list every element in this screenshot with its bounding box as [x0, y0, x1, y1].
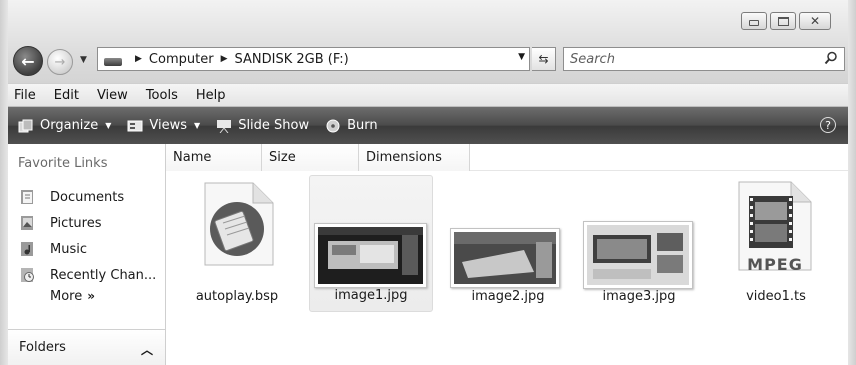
- back-arrow-icon: ←: [21, 51, 35, 71]
- favorite-links-heading: Favorite Links: [18, 156, 108, 171]
- window-frame-left: [0, 0, 8, 365]
- views-label: Views: [149, 118, 188, 133]
- file-name: autoplay.bsp: [195, 289, 279, 304]
- file-list: Name Size Dimensions autoplay.bsp image1…: [166, 144, 848, 365]
- breadcrumb-drive[interactable]: SANDISK 2GB (F:): [234, 52, 348, 67]
- burn-button[interactable]: Burn: [325, 118, 378, 133]
- file-item[interactable]: autoplay.bsp: [175, 175, 299, 312]
- search-icon[interactable]: [824, 51, 838, 65]
- recent-pages-dropdown[interactable]: ▼: [80, 55, 87, 65]
- explorer-window: ✕ ← → ▼ ▶ Computer ▶ SANDISK 2GB (F:) ▼ …: [0, 0, 856, 365]
- organize-icon: [18, 119, 33, 132]
- file-item[interactable]: image3.jpg: [577, 175, 701, 312]
- column-header-name[interactable]: Name: [166, 144, 262, 171]
- double-chevron-right-icon: »: [87, 289, 95, 303]
- slideshow-label: Slide Show: [238, 118, 310, 133]
- maximize-button[interactable]: [770, 12, 796, 30]
- image-thumbnail: [583, 221, 693, 289]
- maximize-icon: [777, 16, 789, 26]
- views-button[interactable]: Views ▼: [127, 118, 200, 133]
- menu-file[interactable]: File: [8, 88, 45, 103]
- menu-help[interactable]: Help: [187, 88, 235, 103]
- chevron-up-icon: ︿: [140, 343, 153, 357]
- forward-button[interactable]: →: [47, 49, 73, 75]
- dropdown-arrow-icon: ▼: [194, 121, 201, 130]
- more-links-button[interactable]: More »: [50, 289, 95, 304]
- image-thumbnail: [314, 223, 427, 288]
- file-item[interactable]: image2.jpg: [446, 175, 570, 312]
- favorite-link-label: Documents: [50, 189, 125, 205]
- more-label: More: [50, 289, 83, 304]
- column-headers: Name Size Dimensions: [166, 144, 848, 171]
- favorite-link-recently-changed[interactable]: Recently Chan...: [20, 262, 156, 288]
- window-frame-right: [848, 0, 856, 365]
- favorite-link-label: Pictures: [50, 215, 102, 231]
- dropdown-arrow-icon: ▼: [105, 121, 112, 130]
- breadcrumb-arrow-icon[interactable]: ▶: [221, 54, 228, 64]
- favorite-link-label: Music: [50, 241, 87, 257]
- pictures-icon: [21, 216, 33, 230]
- slideshow-button[interactable]: Slide Show: [216, 118, 309, 133]
- breadcrumb-computer[interactable]: Computer: [149, 52, 214, 67]
- file-item-selected[interactable]: image1.jpg: [309, 175, 433, 312]
- mpeg-badge: MPEG: [747, 255, 803, 274]
- favorite-link-music[interactable]: Music: [20, 236, 156, 262]
- caption-buttons: ✕: [741, 12, 831, 30]
- minimize-button[interactable]: [741, 12, 767, 30]
- music-icon: [21, 242, 33, 256]
- navigation-pane: Favorite Links Documents Pictures Music …: [8, 144, 166, 365]
- file-name: image3.jpg: [602, 289, 676, 304]
- organize-button[interactable]: Organize ▼: [18, 118, 111, 133]
- help-icon: ?: [825, 118, 831, 132]
- menu-edit[interactable]: Edit: [45, 88, 88, 103]
- title-bar: [0, 0, 856, 92]
- breadcrumb-arrow-icon[interactable]: ▶: [135, 54, 142, 64]
- back-button[interactable]: ←: [13, 46, 43, 76]
- burn-label: Burn: [347, 118, 378, 133]
- forward-arrow-icon: →: [54, 54, 66, 70]
- image-thumbnail-graphic: [587, 225, 689, 285]
- notepad-file-icon: [204, 182, 274, 266]
- favorite-link-pictures[interactable]: Pictures: [20, 210, 156, 236]
- folders-label: Folders: [19, 340, 66, 355]
- refresh-icon: ⇆: [538, 52, 549, 66]
- views-icon: [127, 120, 143, 131]
- file-name: image1.jpg: [334, 288, 408, 303]
- recently-changed-icon: [21, 268, 34, 282]
- address-dropdown-icon[interactable]: ▼: [518, 52, 525, 62]
- close-button[interactable]: ✕: [799, 12, 831, 30]
- favorite-link-label: Recently Chan...: [50, 267, 157, 283]
- image-thumbnail: [450, 228, 560, 288]
- file-name: video1.ts: [746, 289, 806, 304]
- command-bar: Organize ▼ Views ▼ Slide Show Burn ?: [8, 107, 848, 144]
- search-box[interactable]: Search: [563, 47, 845, 71]
- slideshow-icon: [217, 119, 232, 133]
- drive-icon: [104, 58, 122, 66]
- address-bar[interactable]: ▶ Computer ▶ SANDISK 2GB (F:) ▼: [97, 47, 530, 71]
- close-icon: ✕: [809, 14, 821, 28]
- image-thumbnail-graphic: [454, 232, 556, 284]
- menu-tools[interactable]: Tools: [137, 88, 187, 103]
- file-item[interactable]: MPEG video1.ts: [714, 175, 838, 312]
- burn-disc-icon: [326, 119, 340, 132]
- menu-view[interactable]: View: [88, 88, 137, 103]
- organize-label: Organize: [40, 118, 99, 133]
- favorite-links-list: Documents Pictures Music Recently Chan..…: [20, 184, 156, 288]
- image-thumbnail-graphic: [318, 227, 423, 284]
- search-placeholder: Search: [570, 51, 615, 67]
- folders-toggle[interactable]: Folders ︿: [8, 329, 165, 365]
- menu-bar: File Edit View Tools Help: [8, 83, 848, 107]
- file-name: image2.jpg: [471, 289, 545, 304]
- minimize-icon: [749, 20, 759, 26]
- documents-icon: [21, 190, 33, 204]
- favorite-link-documents[interactable]: Documents: [20, 184, 156, 210]
- refresh-button[interactable]: ⇆: [532, 47, 556, 71]
- column-header-dimensions[interactable]: Dimensions: [359, 144, 470, 171]
- help-button[interactable]: ?: [820, 117, 836, 133]
- column-header-size[interactable]: Size: [262, 144, 359, 171]
